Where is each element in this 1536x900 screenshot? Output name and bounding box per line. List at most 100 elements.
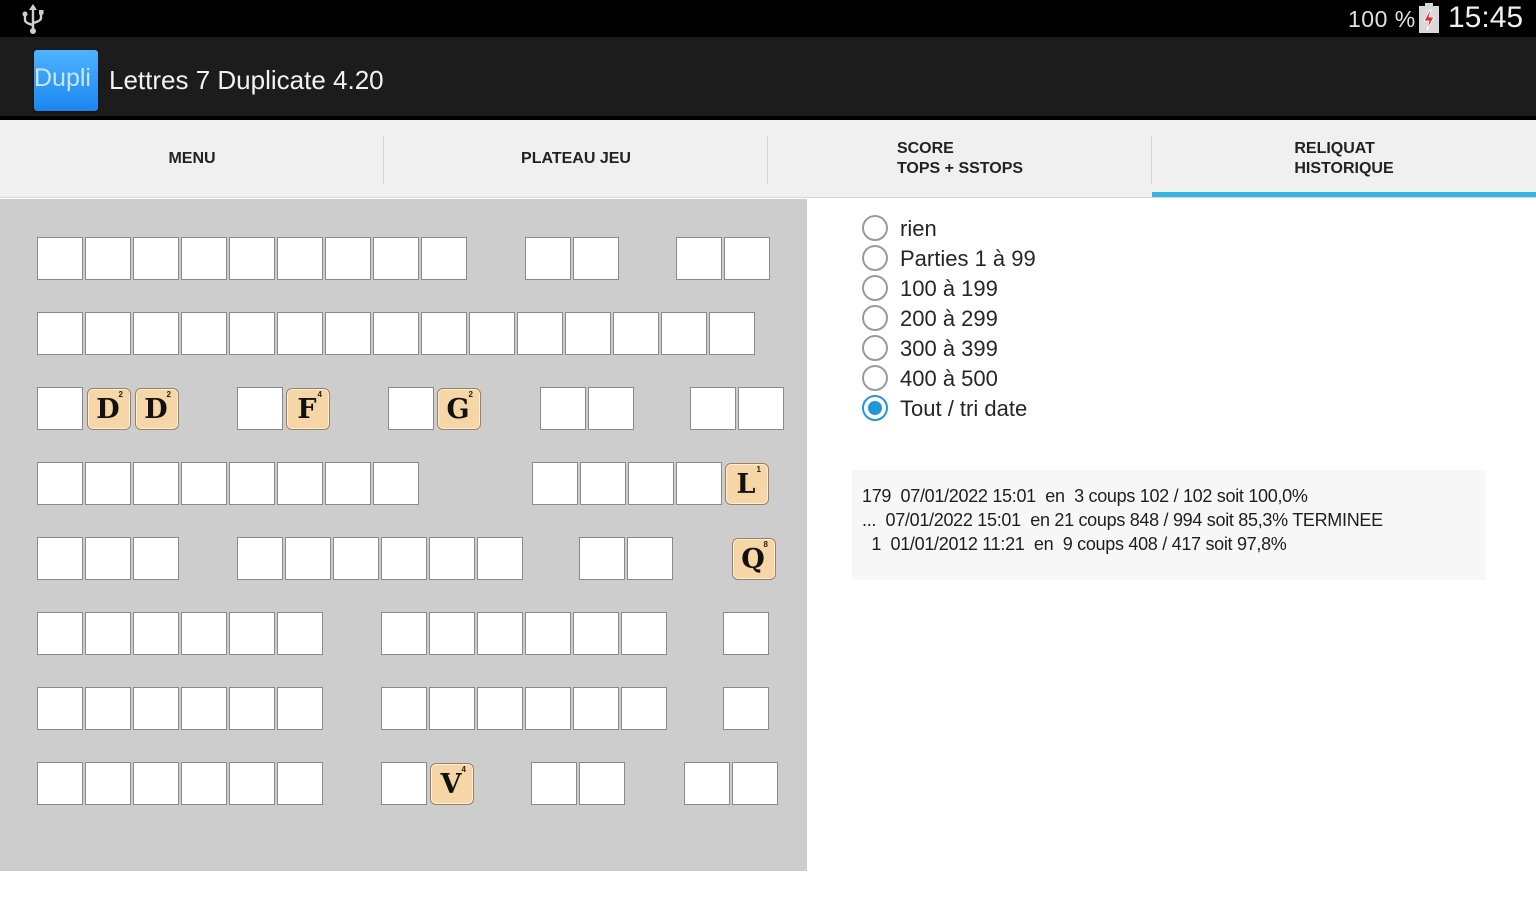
board-cell-empty xyxy=(723,687,769,730)
board-cell-empty xyxy=(588,387,634,430)
board-cell-empty xyxy=(373,462,419,505)
board-cell-empty xyxy=(732,762,778,805)
board-cell-empty xyxy=(573,237,619,280)
radio-button[interactable] xyxy=(862,335,888,361)
board-cell-empty xyxy=(133,462,179,505)
board-cell-empty xyxy=(37,387,83,430)
radio-label: 300 à 399 xyxy=(900,336,998,361)
board-cell-empty xyxy=(684,762,730,805)
word-board: D2D2 F4 G2 L1 Q8 V4 xyxy=(0,199,807,871)
board-cell-empty xyxy=(531,762,577,805)
board-cell-empty xyxy=(723,612,769,655)
board-cell-empty xyxy=(738,387,784,430)
board-cell-empty xyxy=(37,537,83,580)
radio-label: Tout / tri date xyxy=(900,396,1028,421)
board-cell-empty xyxy=(477,612,523,655)
board-cell-empty xyxy=(690,387,736,430)
board-cell-empty xyxy=(181,612,227,655)
board-cell-empty xyxy=(277,762,323,805)
board-cell-empty xyxy=(181,237,227,280)
board-cell-empty xyxy=(381,762,427,805)
letter-tile: V4 xyxy=(430,763,474,805)
radio-button[interactable] xyxy=(862,275,888,301)
board-cell-empty xyxy=(229,237,275,280)
radio-label: 400 à 500 xyxy=(900,366,998,391)
status-bar: 100 % 15:45 xyxy=(0,0,1536,37)
board-cell-empty xyxy=(37,312,83,355)
letter-tile: L1 xyxy=(725,463,769,505)
radio-button[interactable] xyxy=(862,365,888,391)
board-cell-empty xyxy=(133,312,179,355)
radio-button[interactable] xyxy=(862,245,888,271)
board-cell-empty xyxy=(277,462,323,505)
board-cell-empty xyxy=(613,312,659,355)
board-cell-empty xyxy=(477,537,523,580)
board-cell-empty xyxy=(532,462,578,505)
tab-plateau-label: PLATEAU JEU xyxy=(521,150,631,167)
board-cell-empty xyxy=(373,312,419,355)
board-cell-empty xyxy=(627,537,673,580)
letter-tile: F4 xyxy=(286,388,330,430)
radio-button-selected[interactable] xyxy=(862,395,888,421)
board-cell-empty xyxy=(573,612,619,655)
board-cell-empty xyxy=(85,537,131,580)
board-cell-empty xyxy=(133,687,179,730)
history-row[interactable]: 1 01/01/2012 11:21 en 9 coups 408 / 417 … xyxy=(862,534,1286,555)
board-cell-empty xyxy=(37,237,83,280)
board-cell-empty xyxy=(85,462,131,505)
board-cell-empty xyxy=(181,762,227,805)
board-cell-empty xyxy=(181,312,227,355)
board-cell-empty xyxy=(676,237,722,280)
radio-button[interactable] xyxy=(862,215,888,241)
board-cell-empty xyxy=(525,237,571,280)
board-cell-empty xyxy=(388,387,434,430)
radio-label: 100 à 199 xyxy=(900,276,998,301)
board-cell-empty xyxy=(37,462,83,505)
board-cell-empty xyxy=(85,687,131,730)
board-cell-empty xyxy=(181,462,227,505)
radio-label: Parties 1 à 99 xyxy=(900,246,1036,271)
board-cell-empty xyxy=(37,687,83,730)
board-cell-empty xyxy=(421,312,467,355)
app-icon[interactable]: Dupli xyxy=(34,50,98,111)
board-cell-empty xyxy=(621,687,667,730)
history-row[interactable]: 179 07/01/2022 15:01 en 3 coups 102 / 10… xyxy=(862,486,1308,507)
radio-label: 200 à 299 xyxy=(900,306,998,331)
board-cell-empty xyxy=(277,612,323,655)
tab-score[interactable]: SCORE TOPS + SSTOPS xyxy=(768,120,1152,198)
board-cell-empty xyxy=(133,237,179,280)
board-cell-empty xyxy=(85,612,131,655)
tab-score-line2: TOPS + SSTOPS xyxy=(896,160,1024,177)
radio-label: rien xyxy=(900,216,937,241)
board-cell-empty xyxy=(525,687,571,730)
board-cell-empty xyxy=(579,537,625,580)
tab-menu[interactable]: MENU xyxy=(0,120,384,198)
board-cell-empty xyxy=(325,462,371,505)
board-cell-empty xyxy=(421,237,467,280)
board-cell-empty xyxy=(573,687,619,730)
history-list: 179 07/01/2022 15:01 en 3 coups 102 / 10… xyxy=(852,470,1486,580)
board-cell-empty xyxy=(229,687,275,730)
tile-points: 2 xyxy=(166,390,171,399)
board-cell-empty xyxy=(540,387,586,430)
tab-reliquat-historique[interactable]: RELIQUAT HISTORIQUE xyxy=(1152,120,1536,198)
app-title: Lettres 7 Duplicate 4.20 xyxy=(109,65,384,95)
board-cell-empty xyxy=(429,687,475,730)
radio-button[interactable] xyxy=(862,305,888,331)
board-cell-empty xyxy=(181,687,227,730)
board-cell-empty xyxy=(229,312,275,355)
board-cell-empty xyxy=(85,312,131,355)
board-cell-empty xyxy=(580,462,626,505)
board-cell-empty xyxy=(381,612,427,655)
board-cell-empty xyxy=(724,237,770,280)
history-row[interactable]: ... 07/01/2022 15:01 en 21 coups 848 / 9… xyxy=(862,510,1383,531)
tab-menu-label: MENU xyxy=(168,150,216,167)
tab-plateau-jeu[interactable]: PLATEAU JEU xyxy=(384,120,768,198)
board-cell-empty xyxy=(37,762,83,805)
board-cell-empty xyxy=(565,312,611,355)
board-cell-empty xyxy=(469,312,515,355)
board-cell-empty xyxy=(628,462,674,505)
board-cell-empty xyxy=(525,612,571,655)
board-cell-empty xyxy=(381,537,427,580)
board-cell-empty xyxy=(277,687,323,730)
